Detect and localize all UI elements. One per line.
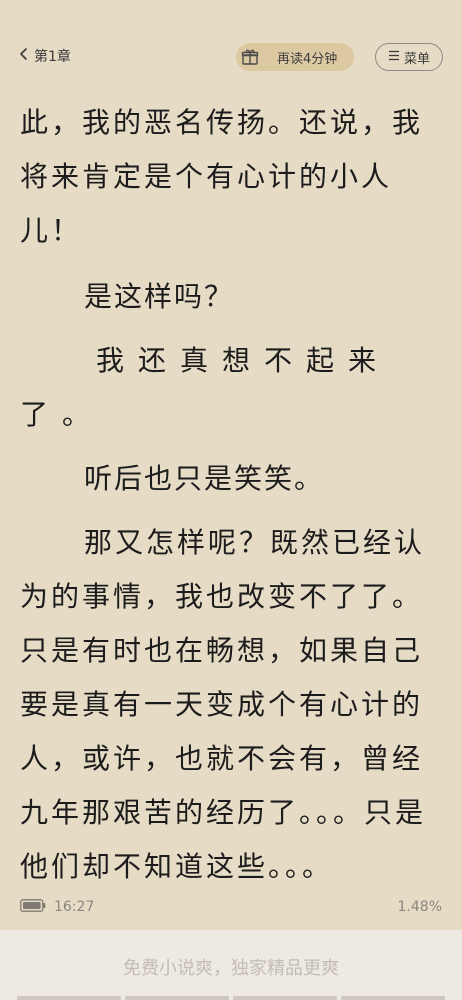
reading-progress: 1.48%: [397, 899, 442, 915]
paragraph: 我还真想不起来了。: [20, 344, 391, 431]
chevron-left-icon: [18, 47, 30, 65]
paragraph: 此，我的恶名传扬。还说，我将来肯定是个有心计的小人儿！: [20, 106, 424, 247]
back-to-chapter-button[interactable]: 第1章: [18, 44, 71, 68]
menu-button[interactable]: 菜单: [375, 43, 443, 71]
banner-bottom-tabs: [0, 996, 462, 1000]
reading-timer-reward[interactable]: 再读4分钟: [236, 43, 354, 71]
menu-lines-icon: [388, 50, 400, 65]
reader-top-bar: 第1章 再读4分钟 菜单: [0, 0, 462, 110]
paragraph: 听后也只是笑笑。: [84, 462, 325, 495]
chapter-text[interactable]: 此，我的恶名传扬。还说，我将来肯定是个有心计的小人儿！ 是这样吗？ 我还真想不起…: [20, 96, 445, 894]
banner-tab-bar: [17, 996, 121, 1000]
banner-tab-bar: [233, 996, 337, 1000]
gift-icon: [237, 44, 263, 70]
promo-banner-text: 免费小说爽，独家精品更爽: [123, 958, 339, 979]
menu-label: 菜单: [403, 51, 430, 67]
promo-banner[interactable]: 免费小说爽，独家精品更爽: [0, 930, 462, 1000]
timer-label: 再读4分钟: [277, 51, 338, 67]
battery-icon: [20, 898, 46, 916]
paragraph: 那又怎样呢？既然已经认为的事情，我也改变不了了。只是有时也在畅想，如果自己要是真…: [20, 526, 427, 883]
banner-tab-bar: [125, 996, 229, 1000]
paragraph: 是这样吗？: [84, 280, 235, 313]
reader-status-line: 16:27 1.48%: [20, 896, 442, 918]
chapter-label: 第1章: [34, 49, 71, 65]
banner-tab-bar: [341, 996, 445, 1000]
clock-time: 16:27: [54, 899, 95, 915]
